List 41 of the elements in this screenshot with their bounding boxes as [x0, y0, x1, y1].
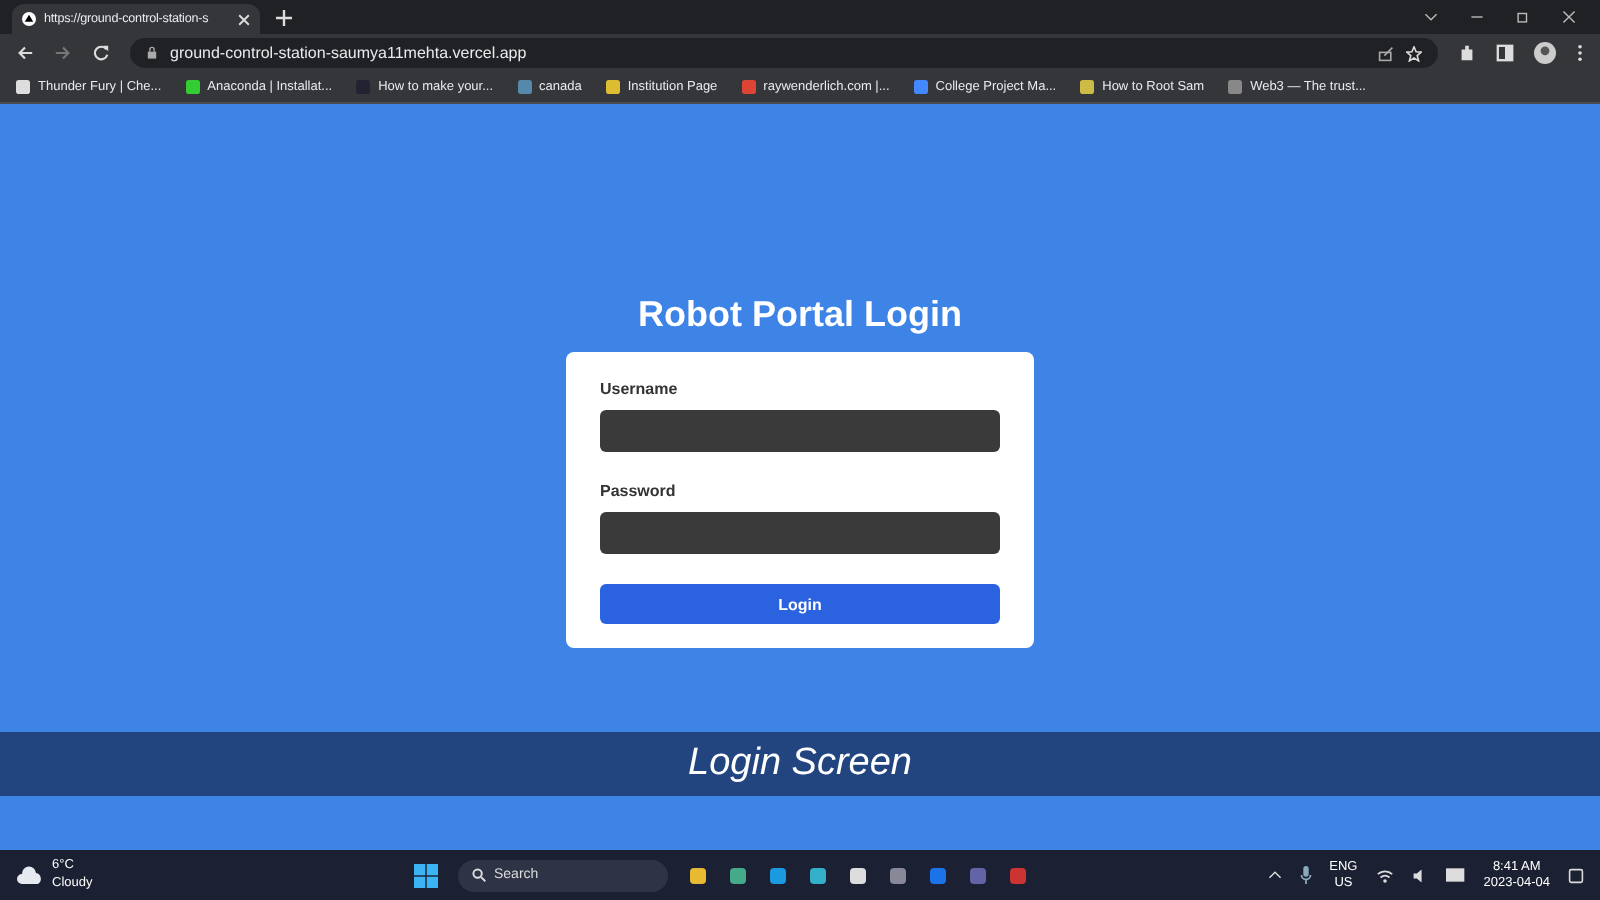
url-text: ground-control-station-saumya11mehta.vercel.app — [170, 44, 527, 62]
avatar-icon[interactable] — [1534, 42, 1556, 64]
field-label: Password — [600, 482, 678, 500]
lock-icon — [146, 46, 158, 60]
caption-text: Login Screen — [688, 742, 912, 786]
chevron-up-icon[interactable] — [1267, 868, 1282, 882]
favicon-icon — [16, 80, 30, 94]
minimize-icon[interactable] — [1470, 10, 1484, 24]
reload-icon[interactable] — [92, 44, 110, 62]
address-bar[interactable]: ground-control-station-saumya11mehta.vercel.app — [130, 38, 1438, 68]
star-icon[interactable] — [1406, 45, 1422, 61]
field-label: Username — [600, 380, 680, 398]
sidebar-icon[interactable] — [1496, 44, 1514, 62]
favicon-icon — [605, 80, 620, 94]
restore-icon[interactable] — [1516, 10, 1530, 24]
share-icon[interactable] — [1378, 45, 1394, 61]
page-heading: Robot Portal Login — [638, 294, 962, 336]
favicon-icon — [741, 80, 756, 94]
favicon-icon — [913, 80, 928, 94]
input-field[interactable] — [600, 410, 1000, 452]
more-icon[interactable] — [1576, 44, 1584, 62]
input-field[interactable] — [600, 512, 1000, 554]
favicon-icon — [1080, 80, 1095, 94]
close-icon[interactable] — [238, 13, 250, 25]
microphone-icon[interactable] — [1299, 866, 1312, 884]
new-tab-icon[interactable] — [276, 10, 292, 26]
favicon-icon — [1228, 80, 1243, 94]
wifi-icon[interactable] — [1375, 867, 1394, 883]
forward-icon[interactable] — [54, 44, 72, 62]
close-icon[interactable] — [1562, 10, 1576, 24]
battery-icon[interactable] — [1445, 868, 1466, 882]
login-button[interactable]: Login — [600, 584, 1000, 624]
notification-icon[interactable] — [1568, 867, 1584, 883]
chevron-icon[interactable] — [1424, 10, 1438, 24]
favicon-icon — [517, 80, 532, 94]
favicon-icon — [185, 80, 200, 94]
search-icon — [472, 868, 486, 882]
cloud-icon — [16, 865, 44, 885]
back-icon[interactable] — [16, 44, 34, 62]
windows-icon[interactable] — [414, 863, 438, 887]
speaker-icon[interactable] — [1411, 867, 1428, 883]
